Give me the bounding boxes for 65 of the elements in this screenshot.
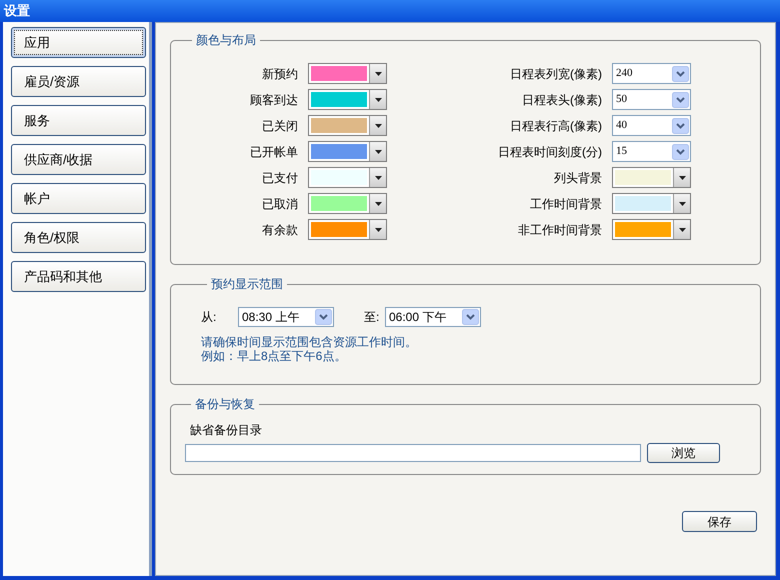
sidebar-item[interactable]: 角色/权限 <box>11 222 146 253</box>
setting-label: 日程表行高(像素) <box>509 118 602 134</box>
color-picker[interactable] <box>612 167 691 188</box>
caret-icon <box>374 72 382 76</box>
sidebar-item[interactable]: 雇员/资源 <box>11 66 146 97</box>
hint-text: 请确保时间显示范围包含资源工作时间。 <box>201 335 418 349</box>
backup-dir-label: 缺省备份目录 <box>190 422 263 439</box>
setting-label: 日程表时间刻度(分) <box>497 144 602 160</box>
from-label: 从: <box>201 309 218 326</box>
setting-label: 工作时间背景 <box>529 196 602 212</box>
setting-label: 已取消 <box>261 196 298 212</box>
setting-label: 有余款 <box>261 222 298 238</box>
group-title: 颜色与布局 <box>195 32 257 49</box>
number-dropdown[interactable]: 40 <box>612 115 691 136</box>
color-picker[interactable] <box>308 167 387 188</box>
setting-label: 日程表列宽(像素) <box>509 66 602 82</box>
caret-icon <box>374 176 382 180</box>
group-title: 预约显示范围 <box>210 276 284 293</box>
hint-text: 例如：早上8点至下午6点。 <box>201 349 348 363</box>
setting-label: 已关闭 <box>261 118 298 134</box>
color-picker[interactable] <box>308 89 387 110</box>
setting-label: 已支付 <box>261 170 298 186</box>
color-picker[interactable] <box>308 193 387 214</box>
sidebar-item[interactable]: 供应商/收据 <box>11 144 146 175</box>
setting-label: 已开帐单 <box>249 144 298 160</box>
chevron-down-icon <box>672 118 689 134</box>
chevron-down-icon <box>672 144 689 160</box>
color-picker[interactable] <box>308 115 387 136</box>
caret-icon <box>374 98 382 102</box>
setting-label: 日程表头(像素) <box>521 92 602 108</box>
group-title: 备份与恢复 <box>194 396 256 413</box>
window-title: 设置 <box>4 2 30 20</box>
caret-icon <box>678 228 686 232</box>
color-picker[interactable] <box>612 219 691 240</box>
chevron-down-icon <box>672 92 689 108</box>
chevron-down-icon <box>672 66 689 82</box>
color-picker[interactable] <box>308 63 387 84</box>
to-label: 至: <box>364 309 380 326</box>
sidebar-item[interactable]: 服务 <box>11 105 146 136</box>
setting-label: 新预约 <box>261 66 298 82</box>
number-dropdown[interactable]: 50 <box>612 89 691 110</box>
chevron-down-icon <box>462 309 479 325</box>
caret-icon <box>678 202 686 206</box>
browse-button[interactable]: 浏览 <box>647 443 720 463</box>
save-button[interactable]: 保存 <box>682 511 757 532</box>
time-dropdown[interactable]: 08:30 上午 <box>238 307 334 327</box>
setting-label: 列头背景 <box>553 170 602 186</box>
setting-label: 顾客到达 <box>249 92 298 108</box>
setting-label: 非工作时间背景 <box>517 222 602 238</box>
chevron-down-icon <box>315 309 332 325</box>
sidebar-item[interactable]: 产品码和其他 <box>11 261 146 292</box>
caret-icon <box>374 228 382 232</box>
caret-icon <box>678 176 686 180</box>
sidebar-item[interactable]: 帐户 <box>11 183 146 214</box>
caret-icon <box>374 150 382 154</box>
time-dropdown[interactable]: 06:00 下午 <box>385 307 481 327</box>
input-field[interactable] <box>185 444 641 462</box>
number-dropdown[interactable]: 240 <box>612 63 691 84</box>
color-picker[interactable] <box>308 219 387 240</box>
color-picker[interactable] <box>308 141 387 162</box>
caret-icon <box>374 202 382 206</box>
caret-icon <box>374 124 382 128</box>
number-dropdown[interactable]: 15 <box>612 141 691 162</box>
sidebar-item[interactable]: 应用 <box>11 27 146 58</box>
color-picker[interactable] <box>612 193 691 214</box>
